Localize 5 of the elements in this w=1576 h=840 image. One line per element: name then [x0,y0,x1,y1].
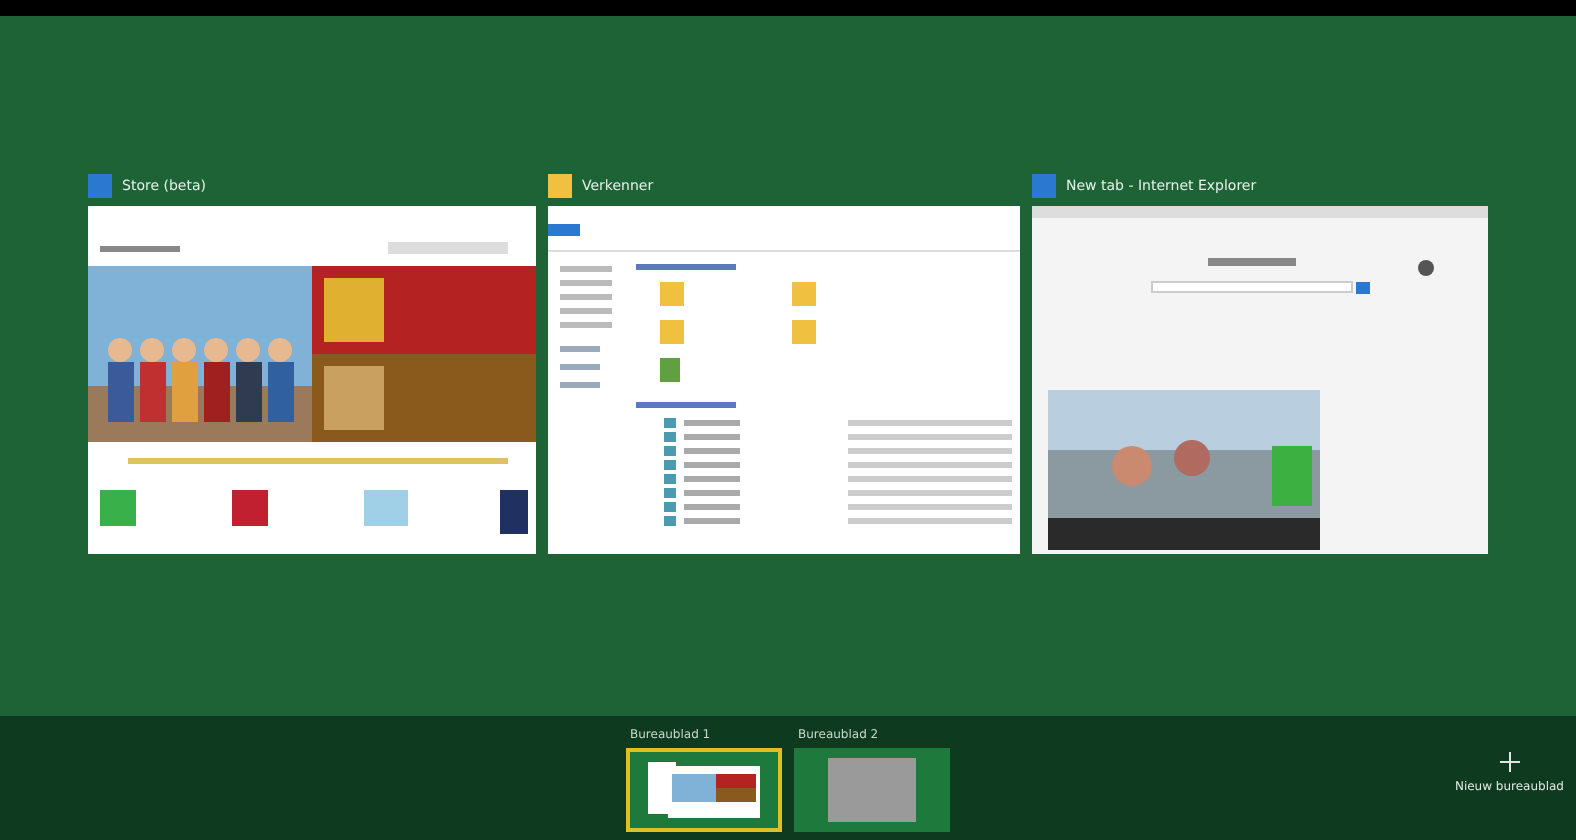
desktop-thumbnail[interactable] [626,748,782,832]
desktop-preview-drawing [644,758,764,822]
desktop-preview-drawing [828,758,916,822]
plus-icon[interactable] [1499,752,1520,772]
desktop-thumbnail[interactable] [794,748,950,832]
